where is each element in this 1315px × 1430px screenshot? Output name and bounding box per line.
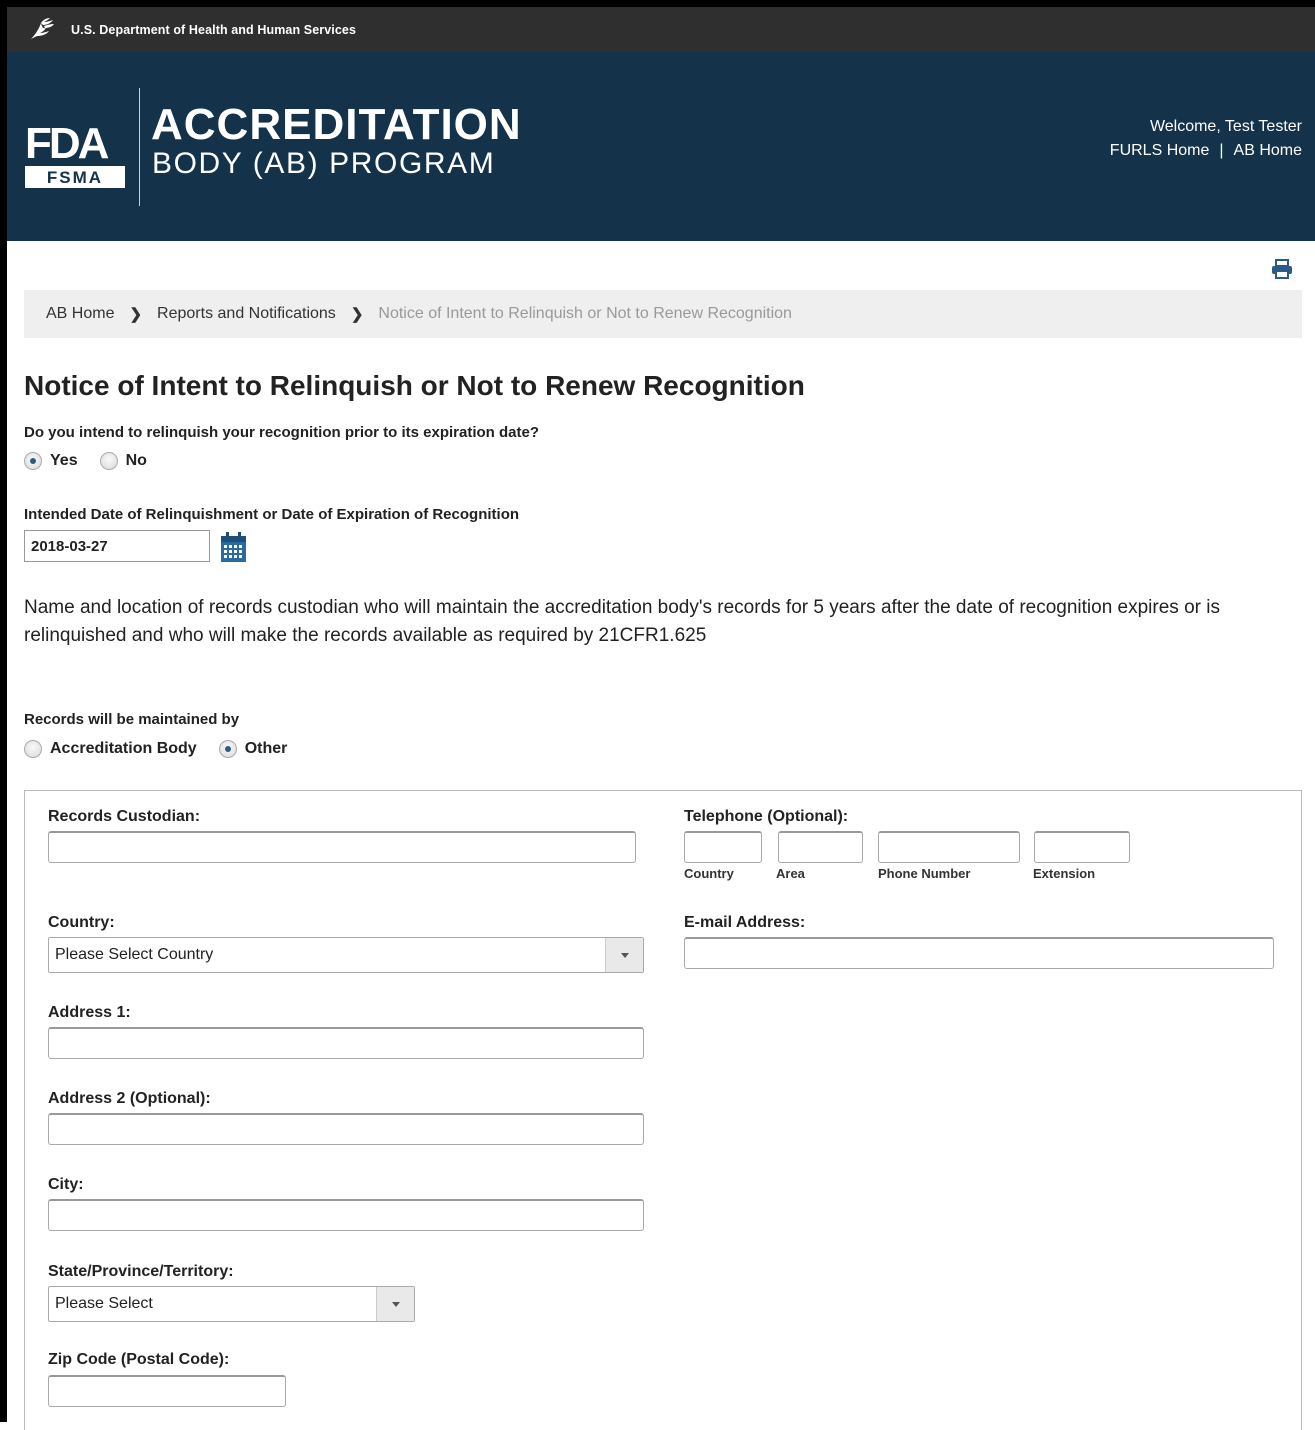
phone-extension-sublabel: Extension [1033, 866, 1096, 881]
country-select-value: Please Select Country [55, 946, 214, 963]
phone-area-sublabel: Area [776, 866, 805, 881]
svg-text:FSMA: FSMA [47, 168, 103, 187]
banner-divider [139, 88, 140, 206]
date-input[interactable] [24, 530, 210, 562]
yes-radio-label[interactable]: Yes [50, 452, 78, 470]
breadcrumb-ab-home[interactable]: AB Home [46, 305, 114, 323]
address1-input[interactable] [48, 1027, 644, 1059]
city-label: City: [48, 1176, 84, 1193]
address2-label: Address 2 (Optional): [48, 1090, 211, 1107]
telephone-label: Telephone (Optional): [684, 808, 849, 825]
city-input[interactable] [48, 1199, 644, 1231]
state-select-value: Please Select [55, 1295, 153, 1312]
furls-home-link[interactable]: FURLS Home [1110, 142, 1210, 160]
state-label: State/Province/Territory: [48, 1263, 234, 1280]
dropdown-arrow-icon[interactable] [605, 938, 643, 972]
phone-number-sublabel: Phone Number [878, 866, 971, 881]
accreditation-body-radio[interactable] [24, 740, 42, 758]
email-input[interactable] [684, 937, 1274, 969]
chevron-right-icon: ❯ [129, 306, 143, 323]
zip-label: Zip Code (Postal Code): [48, 1351, 230, 1368]
country-select[interactable]: Please Select Country [48, 937, 644, 973]
phone-country-sublabel: Country [684, 866, 734, 881]
agency-name: U.S. Department of Health and Human Serv… [71, 22, 357, 37]
records-description: Name and location of records custodian w… [24, 597, 1220, 646]
address2-input[interactable] [48, 1113, 644, 1145]
page-title: Notice of Intent to Relinquish or Not to… [24, 370, 805, 401]
accreditation-body-radio-label[interactable]: Accreditation Body [50, 740, 197, 758]
yes-radio[interactable] [24, 452, 42, 470]
records-custodian-label: Records Custodian: [48, 808, 201, 825]
header-links: FURLS Home | AB Home [1110, 142, 1302, 160]
zip-input[interactable] [48, 1375, 286, 1407]
fda-fsma-logo: FDA FSMA [25, 119, 125, 188]
program-banner: FDA FSMA ACCREDITATION BODY (AB) PROGRAM… [7, 52, 1315, 241]
address1-label: Address 1: [48, 1004, 131, 1021]
no-radio-label[interactable]: No [126, 452, 147, 470]
program-title-main: ACCREDITATION [151, 100, 522, 149]
breadcrumb-reports[interactable]: Reports and Notifications [157, 305, 336, 323]
custodian-form: Records Custodian: Telephone (Optional):… [24, 790, 1302, 1430]
link-separator: | [1219, 142, 1224, 159]
phone-number-input[interactable] [878, 831, 1020, 863]
breadcrumb: AB Home ❯ Reports and Notifications ❯ No… [24, 290, 1302, 338]
chevron-right-icon: ❯ [350, 306, 364, 323]
print-icon[interactable] [1271, 259, 1293, 279]
other-radio[interactable] [218, 740, 237, 758]
maintained-by-radio-group: Accreditation Body Other [24, 740, 309, 758]
country-label: Country: [48, 914, 115, 931]
date-label: Intended Date of Relinquishment or Date … [24, 506, 520, 523]
calendar-icon[interactable] [219, 531, 248, 563]
welcome-text: Welcome, Test Tester [1149, 118, 1302, 135]
phone-extension-input[interactable] [1034, 831, 1130, 863]
breadcrumb-current: Notice of Intent to Relinquish or Not to… [378, 305, 792, 322]
phone-area-input[interactable] [778, 831, 863, 863]
svg-text:FDA: FDA [25, 119, 109, 168]
maintained-by-label: Records will be maintained by [24, 711, 240, 728]
records-custodian-input[interactable] [48, 831, 636, 863]
email-label: E-mail Address: [684, 914, 806, 931]
phone-country-input[interactable] [684, 831, 762, 863]
no-radio[interactable] [99, 452, 118, 470]
ab-home-link[interactable]: AB Home [1234, 142, 1302, 160]
hhs-eagle-icon [31, 17, 54, 39]
dropdown-arrow-icon[interactable] [376, 1287, 414, 1321]
relinquish-question: Do you intend to relinquish your recogni… [24, 424, 540, 441]
other-radio-label[interactable]: Other [245, 740, 288, 758]
program-title-sub: BODY (AB) PROGRAM [152, 147, 496, 180]
hhs-top-bar: U.S. Department of Health and Human Serv… [7, 7, 1315, 52]
state-select[interactable]: Please Select [48, 1286, 415, 1322]
relinquish-radio-group: Yes No [24, 452, 169, 470]
